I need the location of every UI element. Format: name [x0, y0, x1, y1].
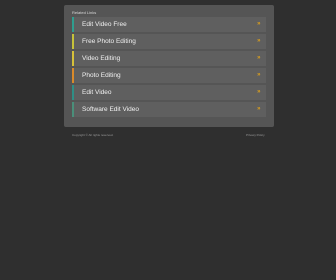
list-item-edit-video-free[interactable]: Edit Video Free »: [72, 17, 266, 32]
panel-title: Related Links: [72, 10, 97, 15]
list-item-label: Edit Video Free: [82, 21, 127, 28]
list-item-video-editing[interactable]: Video Editing »: [72, 51, 266, 66]
list-item-label: Video Editing: [82, 55, 121, 62]
list-item-label: Software Edit Video: [82, 106, 139, 113]
double-chevron-right-icon: »: [257, 55, 260, 61]
copyright-text: Copyright © All rights reserved.: [72, 133, 114, 137]
list-item-label: Free Photo Editing: [82, 38, 136, 45]
related-links-list: Edit Video Free » Free Photo Editing » V…: [72, 17, 266, 119]
list-item-edit-video[interactable]: Edit Video »: [72, 85, 266, 100]
list-item-photo-editing[interactable]: Photo Editing »: [72, 68, 266, 83]
related-links-panel: Related Links Edit Video Free » Free Pho…: [64, 5, 274, 127]
privacy-policy-link[interactable]: Privacy Policy: [246, 133, 265, 137]
list-item-software-edit-video[interactable]: Software Edit Video »: [72, 102, 266, 117]
list-item-label: Edit Video: [82, 89, 112, 96]
list-item-label: Photo Editing: [82, 72, 121, 79]
double-chevron-right-icon: »: [257, 72, 260, 78]
double-chevron-right-icon: »: [257, 38, 260, 44]
double-chevron-right-icon: »: [257, 21, 260, 27]
double-chevron-right-icon: »: [257, 89, 260, 95]
double-chevron-right-icon: »: [257, 106, 260, 112]
list-item-free-photo-editing[interactable]: Free Photo Editing »: [72, 34, 266, 49]
